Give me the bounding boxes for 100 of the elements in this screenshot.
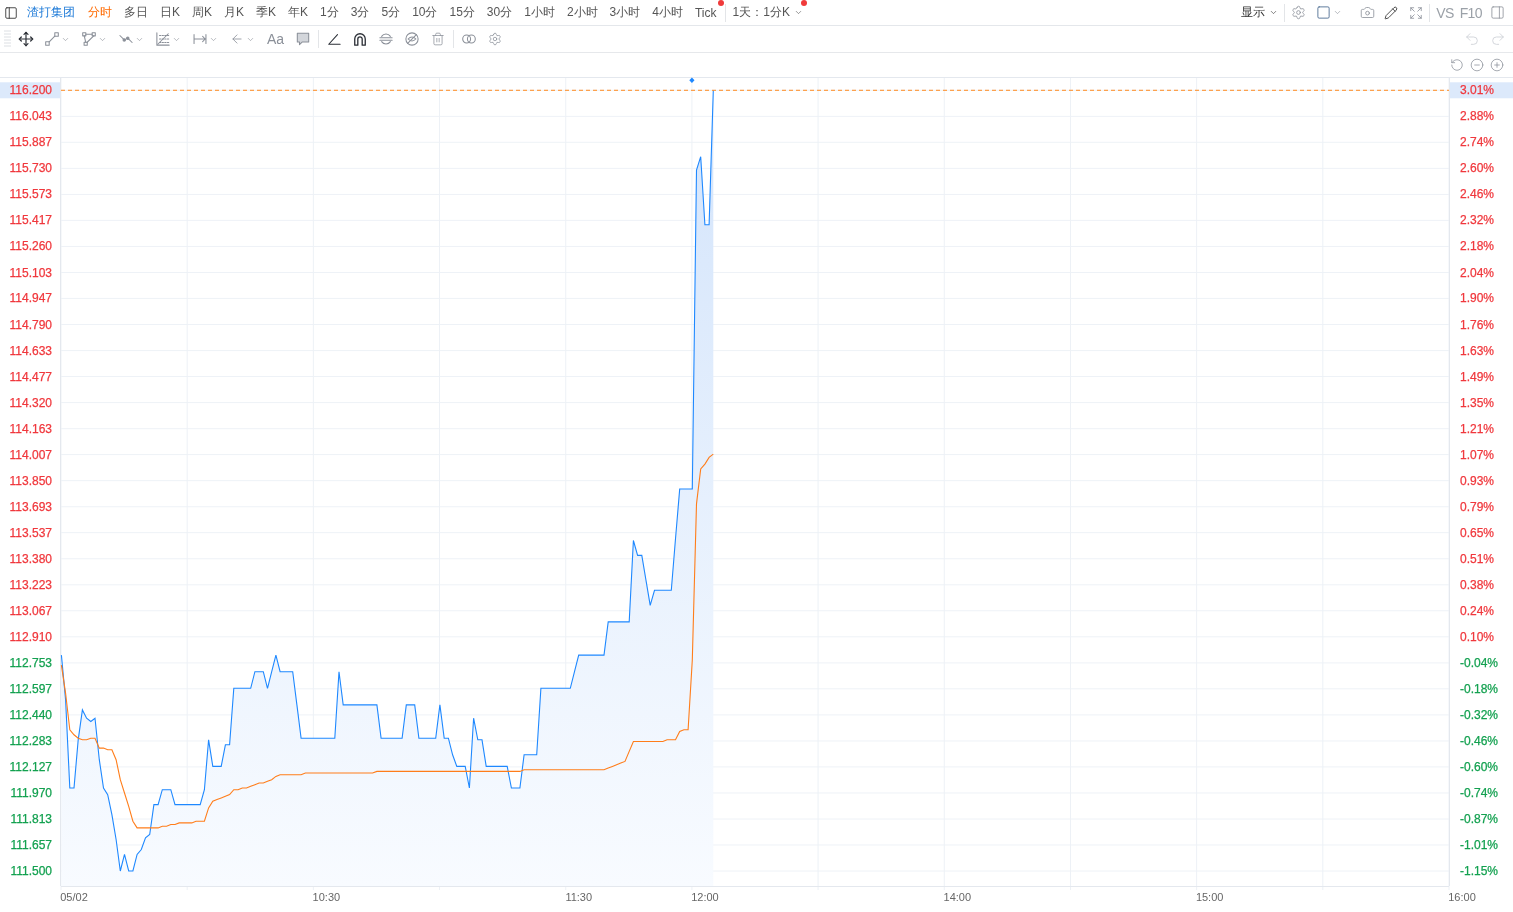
period-tab[interactable]: 季K xyxy=(256,2,277,23)
percent-axis-label: 0.10% xyxy=(1460,629,1495,644)
percent-axis-label: 1.49% xyxy=(1460,369,1495,384)
zoom-in-button[interactable] xyxy=(1490,58,1504,72)
price-axis-label: 116.200 xyxy=(0,82,60,99)
display-menu-button[interactable]: 显示 xyxy=(1241,2,1279,23)
price-axis-label: 113.223 xyxy=(9,577,52,592)
diamond-marker-icon xyxy=(689,77,695,83)
zoom-out-button[interactable] xyxy=(1470,58,1484,72)
zoom-in-icon xyxy=(1490,58,1504,72)
caret-icon xyxy=(1269,8,1279,17)
percent-axis-label: 0.38% xyxy=(1460,577,1495,592)
percent-axis-label: 0.24% xyxy=(1460,603,1495,618)
percent-axis-label: -0.60% xyxy=(1460,759,1499,774)
period-tab[interactable]: 15分 xyxy=(449,2,475,23)
price-axis-label: 115.730 xyxy=(9,161,52,176)
speech-bubble-icon xyxy=(296,32,311,46)
percent-axis-label: -0.18% xyxy=(1460,681,1499,696)
percent-axis-label: 2.32% xyxy=(1460,213,1495,228)
price-axis-label: 111.500 xyxy=(10,864,52,879)
percent-axis-label: 1.07% xyxy=(1460,447,1495,462)
time-axis-label: 16:00 xyxy=(1448,891,1476,903)
period-tab[interactable]: 月K xyxy=(224,2,245,23)
percent-axis-label: 2.04% xyxy=(1460,265,1495,280)
percent-axis-label: -0.32% xyxy=(1460,707,1499,722)
period-tab[interactable]: 1分 xyxy=(320,2,339,23)
percent-axis-label: 2.88% xyxy=(1460,109,1495,124)
price-axis-label: 114.007 xyxy=(9,447,52,462)
price-axis-label: 114.320 xyxy=(9,395,52,410)
period-tab[interactable]: 3小时 xyxy=(609,2,641,23)
percent-axis-label: 2.60% xyxy=(1460,161,1495,176)
period-tab[interactable]: 1小时 xyxy=(524,2,555,23)
screenshot-button[interactable] xyxy=(1360,5,1376,20)
grid-diagonal-icon xyxy=(156,32,170,46)
undo-icon xyxy=(1464,31,1480,47)
period-tab[interactable]: Tick xyxy=(694,2,717,23)
circle-lines-icon xyxy=(379,32,394,46)
price-axis-label: 111.970 xyxy=(10,785,52,800)
period-tab[interactable]: 年K xyxy=(288,2,309,23)
price-axis-label: 116.043 xyxy=(9,109,52,124)
price-axis-label: 114.947 xyxy=(9,291,52,306)
price-axis-label: 114.477 xyxy=(9,369,52,384)
side-panel-button[interactable] xyxy=(1490,5,1505,20)
price-axis-label: 112.127 xyxy=(9,759,52,774)
zoom-out-icon xyxy=(1470,58,1484,72)
time-axis-label: 12:00 xyxy=(691,891,719,903)
percent-axis-label: -1.15% xyxy=(1460,864,1499,879)
measure-icon xyxy=(193,32,207,46)
chart-style-button[interactable] xyxy=(1316,5,1343,20)
settings-icon xyxy=(1291,5,1307,20)
caret-icon xyxy=(793,8,803,17)
percent-axis-label: 1.76% xyxy=(1460,317,1495,332)
settings-icon xyxy=(488,32,503,46)
price-axis-label: 112.440 xyxy=(9,707,52,722)
period-tab[interactable]: 5分 xyxy=(381,2,401,23)
percent-axis-label: 2.74% xyxy=(1460,135,1495,150)
price-axis-label: 114.633 xyxy=(9,343,52,358)
pencil-icon xyxy=(1384,5,1399,20)
price-axis-label: 113.693 xyxy=(9,499,52,514)
percent-axis-label: 3.01% xyxy=(1450,82,1513,99)
period-tab[interactable]: 10分 xyxy=(412,2,438,23)
camera-icon xyxy=(1360,5,1376,20)
price-axis-label: 114.163 xyxy=(9,421,52,436)
arrow-left-icon xyxy=(230,32,244,46)
price-axis-label: 113.380 xyxy=(9,551,52,566)
stock-name: 渣打集团 xyxy=(27,4,75,21)
draw-button[interactable] xyxy=(1384,5,1399,20)
percent-axis-label: 0.93% xyxy=(1460,473,1495,488)
range-menu-button[interactable]: 1天：1分K xyxy=(732,2,803,23)
move-icon xyxy=(18,31,34,47)
percent-axis-label: -1.01% xyxy=(1460,837,1499,852)
period-tab[interactable]: 多日 xyxy=(124,2,148,23)
sidebar-panel-icon xyxy=(4,5,18,20)
line-segment-icon xyxy=(45,32,59,46)
period-tab[interactable]: 4小时 xyxy=(652,2,683,23)
time-axis-label: 14:00 xyxy=(943,891,972,903)
percent-axis-label: 2.46% xyxy=(1460,187,1495,202)
percent-axis-label: -0.04% xyxy=(1460,655,1499,670)
time-axis-label: 15:00 xyxy=(1195,891,1224,903)
period-tab[interactable]: 3分 xyxy=(350,2,370,23)
fullscreen-button[interactable] xyxy=(1409,5,1424,20)
settings-button[interactable] xyxy=(1291,5,1307,20)
caret-icon xyxy=(1333,8,1343,17)
price-axis-label: 112.283 xyxy=(9,734,52,748)
reset-zoom-button[interactable] xyxy=(1450,58,1464,72)
percent-axis-label: 1.35% xyxy=(1460,395,1495,410)
y-tick-label: 116.200 xyxy=(9,83,53,98)
zigzag-path-icon xyxy=(119,32,133,46)
eye-slash-icon xyxy=(405,32,420,46)
trash-icon xyxy=(431,32,446,46)
price-axis-label: 114.790 xyxy=(9,317,52,332)
time-axis-label: 05/02 xyxy=(60,891,88,903)
side-panel-icon xyxy=(1490,5,1505,20)
period-tab[interactable]: 30分 xyxy=(486,2,513,23)
period-tab[interactable]: 日K xyxy=(160,2,180,23)
overlapping-circles-icon xyxy=(462,32,477,46)
period-tab[interactable]: 周K xyxy=(192,2,213,23)
sidebar-toggle-button[interactable] xyxy=(4,5,18,20)
angle-icon xyxy=(327,32,342,46)
period-tab[interactable]: 2小时 xyxy=(566,2,598,23)
